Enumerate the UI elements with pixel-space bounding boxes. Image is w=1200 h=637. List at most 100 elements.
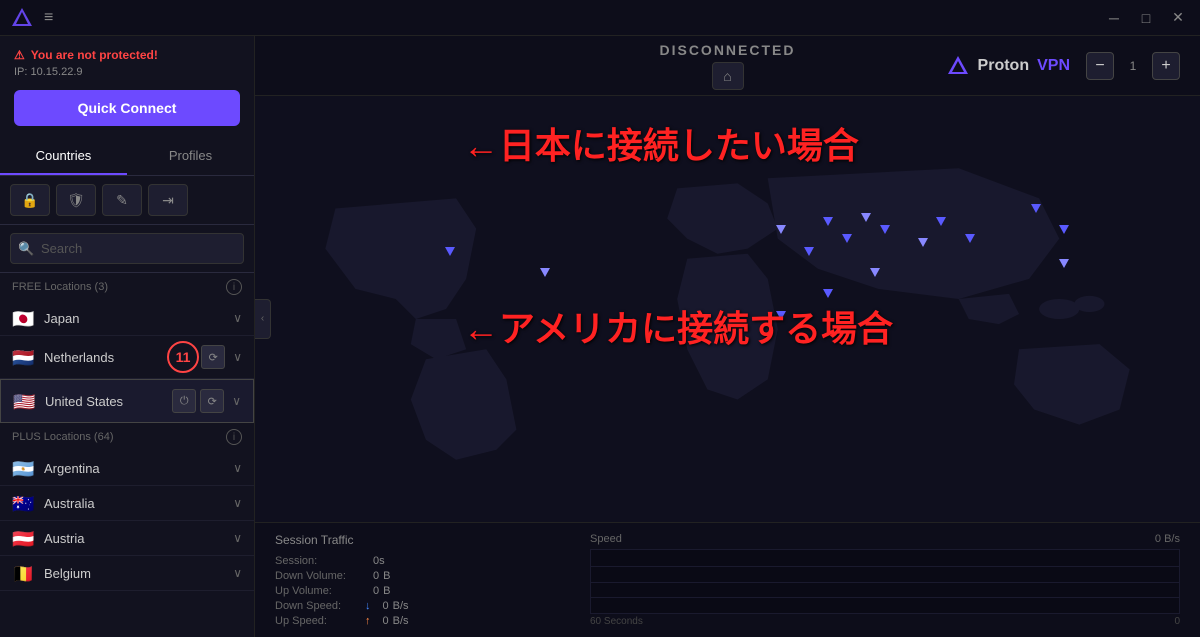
stats-row-up-speed: Up Speed: ↑ 0 B/s — [275, 615, 570, 627]
austria-flag-icon: 🇦🇹 — [12, 530, 34, 546]
graph-bottom-labels: 60 Seconds 0 — [590, 616, 1180, 627]
down-speed-unit: B/s — [393, 600, 409, 612]
up-volume-value: 0 — [373, 585, 379, 597]
filter-secure-icon[interactable]: 🛡 — [56, 184, 96, 216]
japan-actions: ∨ — [229, 311, 242, 325]
up-arrow-icon: ↑ — [365, 615, 371, 627]
warning-icon: ⚠ — [14, 48, 25, 62]
plus-section-header: PLUS Locations (64) i — [0, 423, 254, 451]
status-text: DISCONNECTED — [475, 42, 980, 58]
free-section-header: FREE Locations (3) i — [0, 273, 254, 301]
belgium-flag-icon: 🇧🇪 — [12, 565, 34, 581]
hamburger-menu-icon[interactable]: ≡ — [44, 9, 53, 27]
speed-label: Speed — [590, 533, 622, 545]
belgium-chevron-icon[interactable]: ∨ — [233, 566, 242, 580]
country-item-netherlands[interactable]: 🇳🇱 Netherlands 11 ⟳ ∨ — [0, 336, 254, 379]
up-speed-value: 0 — [383, 615, 389, 627]
protection-warning: ⚠ You are not protected! — [14, 48, 240, 62]
free-section-info-icon[interactable]: i — [226, 279, 242, 295]
ip-address: IP: 10.15.22.9 — [14, 66, 240, 78]
grid-line-3 — [591, 597, 1179, 598]
country-list: FREE Locations (3) i 🇯🇵 Japan ∨ 🇳🇱 Nethe… — [0, 273, 254, 637]
zoom-in-button[interactable]: + — [1152, 52, 1180, 80]
stats-row-session: Session: 0s — [275, 555, 570, 567]
sidebar-collapse-arrow[interactable]: ‹ — [255, 299, 271, 339]
grid-line-2 — [591, 582, 1179, 583]
search-icon: 🔍 — [18, 241, 34, 257]
us-power-icon[interactable]: ⏻ — [172, 389, 196, 413]
app-logo-icon — [8, 4, 36, 32]
graph-right-label: 0 — [1174, 616, 1180, 627]
filter-all-icon[interactable]: 🔒 — [10, 184, 50, 216]
zoom-controls: − 1 + — [1086, 52, 1180, 80]
netherlands-actions: ⟳ ∨ — [201, 345, 242, 369]
austria-chevron-icon[interactable]: ∨ — [233, 531, 242, 545]
us-refresh-icon[interactable]: ⟳ — [200, 389, 224, 413]
country-item-japan[interactable]: 🇯🇵 Japan ∨ — [0, 301, 254, 336]
stats-row-up-volume: Up Volume: 0 B — [275, 585, 570, 597]
main-content: DISCONNECTED ⌂ ProtonVPN − 1 + — [255, 36, 1200, 637]
session-value: 0s — [373, 555, 385, 567]
country-item-australia[interactable]: 🇦🇺 Australia ∨ — [0, 486, 254, 521]
country-item-belgium[interactable]: 🇧🇪 Belgium ∨ — [0, 556, 254, 591]
maximize-button[interactable]: □ — [1132, 6, 1160, 30]
title-bar-left: ≡ — [8, 4, 53, 32]
stats-row-down-volume: Down Volume: 0 B — [275, 570, 570, 582]
title-bar-controls: ─ □ ✕ — [1100, 6, 1192, 30]
country-item-austria[interactable]: 🇦🇹 Austria ∨ — [0, 521, 254, 556]
down-speed-label: Down Speed: — [275, 600, 365, 612]
japan-chevron-icon[interactable]: ∨ — [233, 311, 242, 325]
session-traffic-label: Session Traffic — [275, 533, 570, 547]
netherlands-refresh-icon[interactable]: ⟳ — [201, 345, 225, 369]
filter-edit-icon[interactable]: ✎ — [102, 184, 142, 216]
us-flag-icon: 🇺🇸 — [13, 393, 35, 409]
home-button[interactable]: ⌂ — [712, 62, 744, 90]
title-bar: ≡ ─ □ ✕ — [0, 0, 1200, 36]
netherlands-chevron-icon[interactable]: ∨ — [233, 350, 242, 364]
graph-time-label: 60 Seconds — [590, 616, 643, 627]
main-layout: ⚠ You are not protected! IP: 10.15.22.9 … — [0, 36, 1200, 637]
belgium-name: Belgium — [44, 566, 229, 581]
country-item-argentina[interactable]: 🇦🇷 Argentina ∨ — [0, 451, 254, 486]
australia-name: Australia — [44, 496, 229, 511]
search-input[interactable] — [10, 233, 244, 264]
netherlands-badge: 11 — [167, 341, 199, 373]
down-volume-unit: B — [383, 570, 390, 582]
filter-exit-icon[interactable]: ⇥ — [148, 184, 188, 216]
argentina-flag-icon: 🇦🇷 — [12, 460, 34, 476]
argentina-chevron-icon[interactable]: ∨ — [233, 461, 242, 475]
us-chevron-icon[interactable]: ∨ — [232, 394, 241, 408]
filter-icons-bar: 🔒 🛡 ✎ ⇥ — [0, 176, 254, 225]
quick-connect-button[interactable]: Quick Connect — [14, 90, 240, 126]
speed-graph: Speed 0 B/s 60 Seconds 0 — [590, 533, 1180, 627]
sidebar-header: ⚠ You are not protected! IP: 10.15.22.9 … — [0, 36, 254, 138]
argentina-name: Argentina — [44, 461, 229, 476]
japan-flag-icon: 🇯🇵 — [12, 310, 34, 326]
down-arrow-icon: ↓ — [365, 600, 371, 612]
close-button[interactable]: ✕ — [1164, 6, 1192, 30]
proton-logo: ProtonVPN — [946, 54, 1070, 78]
plus-section-info-icon[interactable]: i — [226, 429, 242, 445]
tab-profiles[interactable]: Profiles — [127, 138, 254, 175]
minimize-button[interactable]: ─ — [1100, 6, 1128, 30]
bottom-stats-bar: Session Traffic Session: 0s Down Volume:… — [255, 522, 1200, 637]
graph-area — [590, 549, 1180, 614]
country-item-united-states[interactable]: 🇺🇸 United States ⏻ ⟳ ∨ — [0, 379, 254, 423]
proton-text: Proton — [978, 57, 1030, 75]
search-wrap: 🔍 — [10, 233, 244, 264]
tab-countries[interactable]: Countries — [0, 138, 127, 175]
protonvpn-logo-icon — [946, 54, 970, 78]
australia-chevron-icon[interactable]: ∨ — [233, 496, 242, 510]
free-section-label: FREE Locations (3) — [12, 281, 108, 293]
map-area[interactable]: ←日本に接続したい場合 ←アメリカに接続する場合 — [255, 96, 1200, 522]
up-volume-unit: B — [383, 585, 390, 597]
zoom-out-button[interactable]: − — [1086, 52, 1114, 80]
us-actions: ⏻ ⟳ ∨ — [172, 389, 241, 413]
warning-text: You are not protected! — [31, 48, 158, 62]
down-volume-label: Down Volume: — [275, 570, 365, 582]
session-label: Session: — [275, 555, 365, 567]
netherlands-flag-icon: 🇳🇱 — [12, 349, 34, 365]
australia-flag-icon: 🇦🇺 — [12, 495, 34, 511]
zoom-level: 1 — [1118, 59, 1148, 73]
down-volume-value: 0 — [373, 570, 379, 582]
